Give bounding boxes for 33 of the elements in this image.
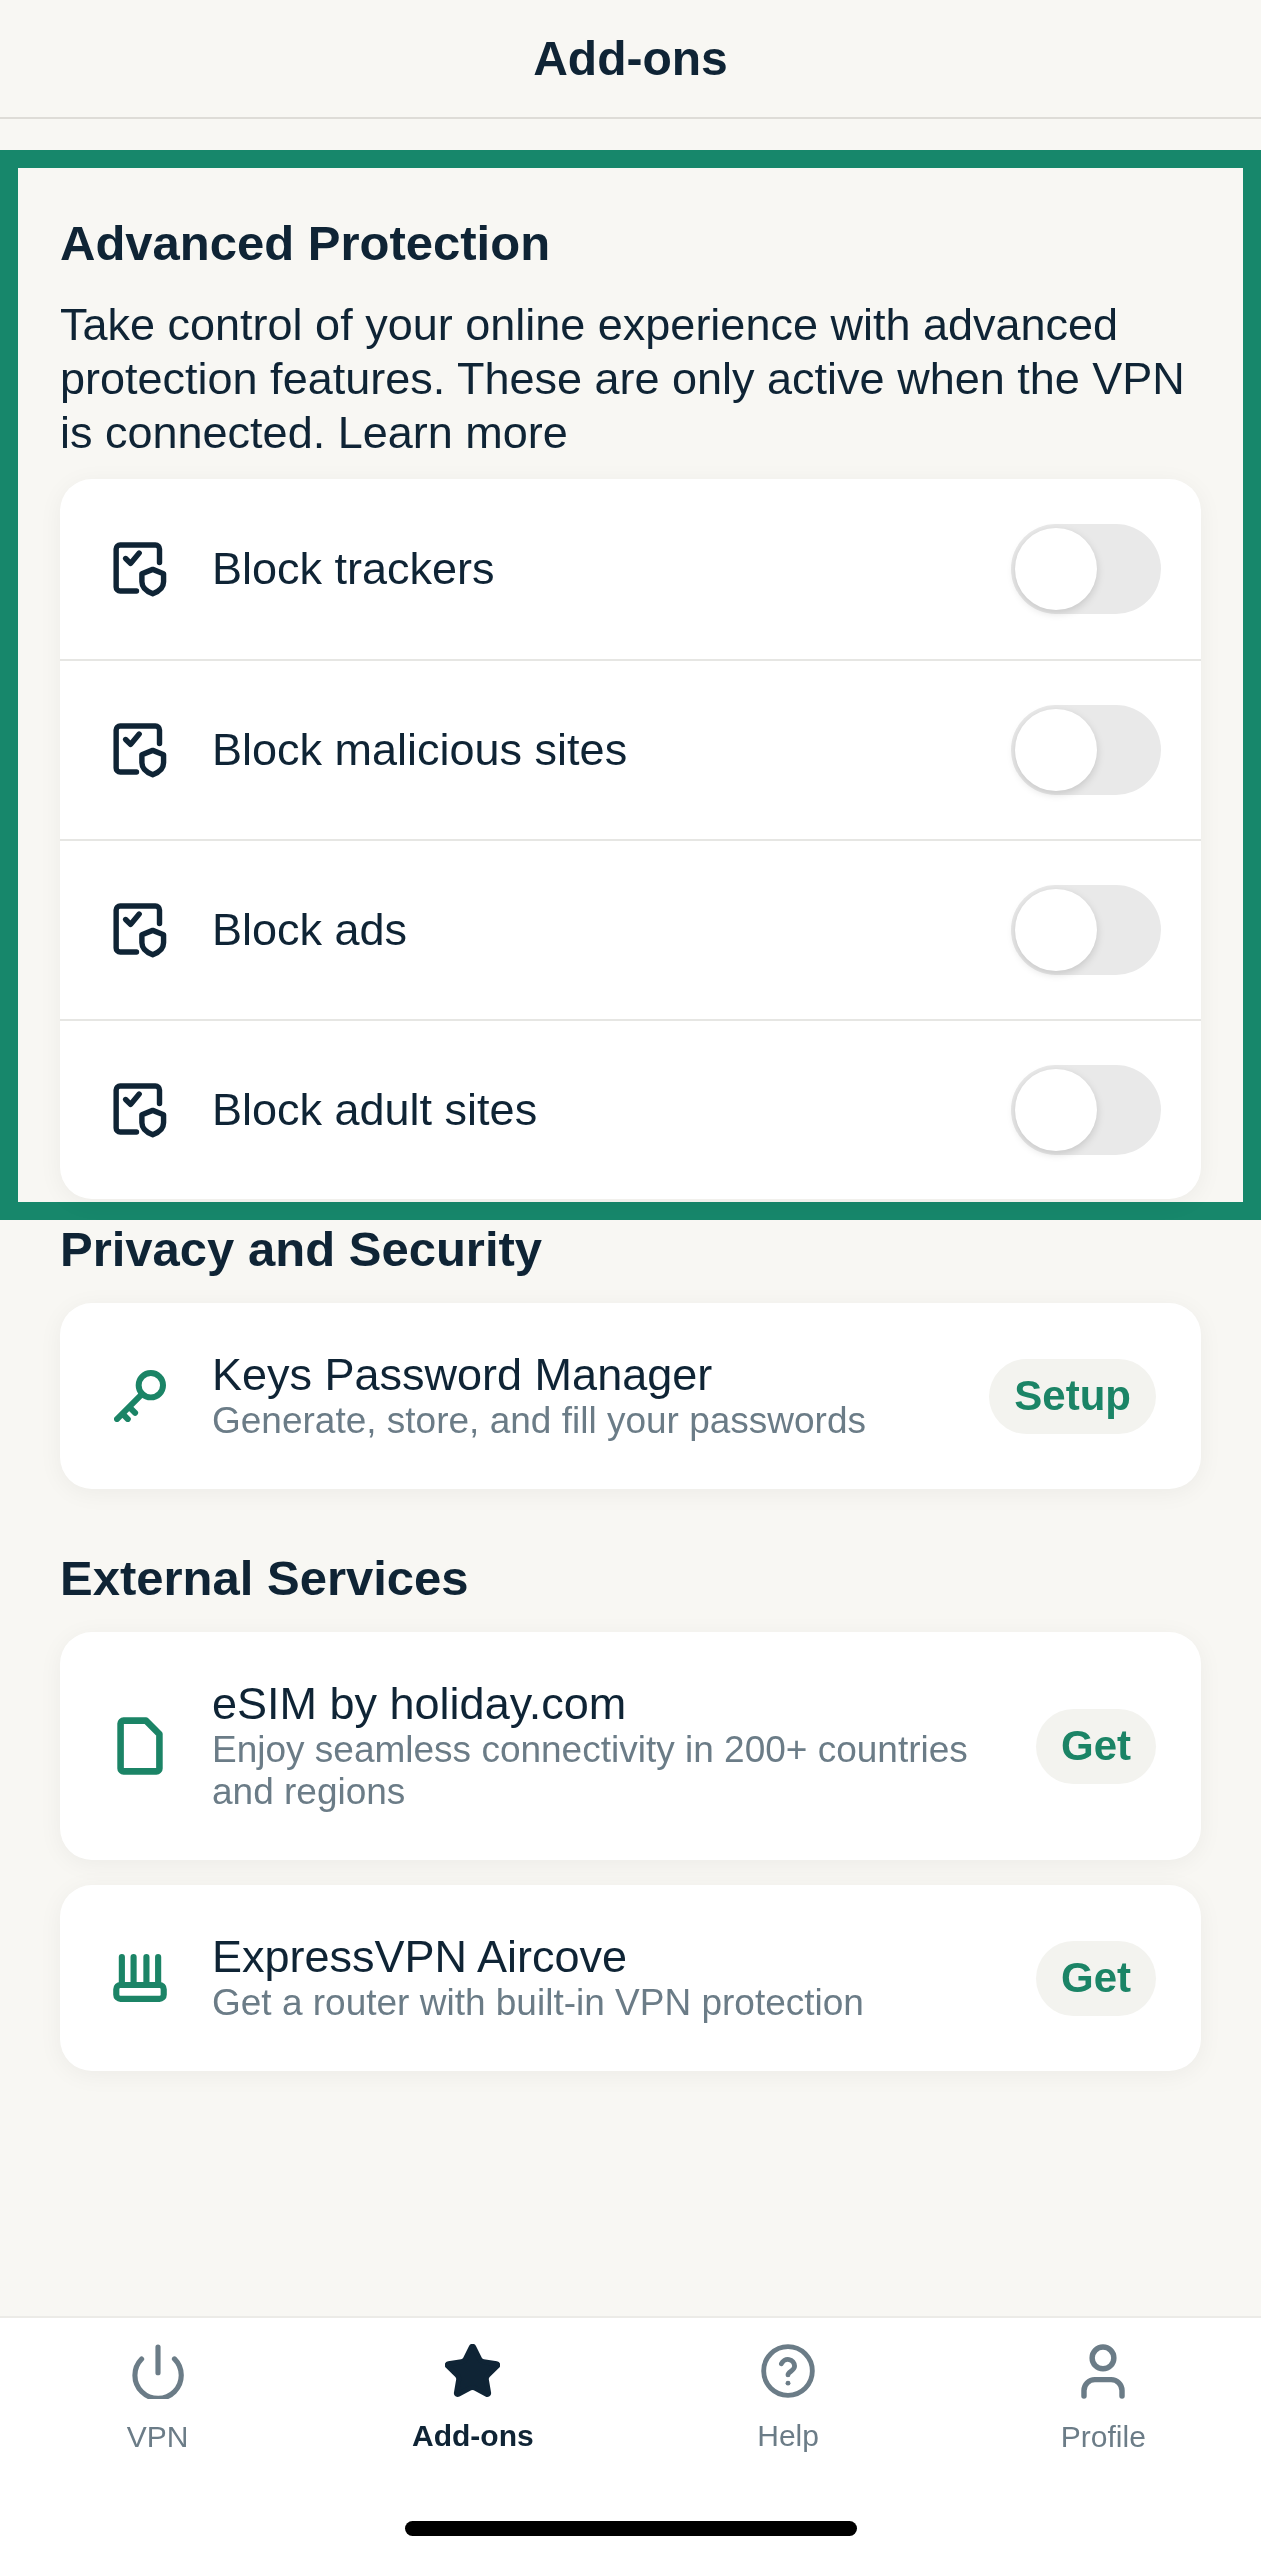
tab-item[interactable]: Add-ons — [412, 2344, 534, 2455]
toggle-label: Block ads — [212, 903, 409, 957]
setup-button[interactable]: Setup — [989, 1358, 1156, 1434]
service-description: Enjoy seamless connectivity in 200+ countries and regions — [212, 1729, 969, 1813]
shield-check-icon — [113, 541, 167, 597]
section-heading: Privacy and Security — [60, 1221, 544, 1277]
shield-check-icon — [113, 1082, 167, 1138]
help-icon — [761, 2344, 816, 2398]
section-description: Take control of your online experience with advanced protection features. These are only active when the VPN is connected. Learn more — [60, 298, 1186, 460]
key-icon — [114, 1370, 166, 1422]
tab-item[interactable]: VPN — [126, 2344, 189, 2455]
get-button[interactable]: Get — [1036, 1708, 1156, 1784]
shield-check-icon — [113, 902, 167, 958]
star-icon — [445, 2344, 501, 2398]
service-title: Keys Password Manager — [212, 1350, 714, 1400]
get-button[interactable]: Get — [1036, 1940, 1156, 2016]
page-title: Add-ons — [533, 30, 728, 87]
profile-icon — [1081, 2344, 1126, 2399]
tab-item[interactable]: Profile — [1060, 2344, 1146, 2455]
service-description: Get a router with built-in VPN protection — [212, 1982, 865, 2024]
toggle-label: Block trackers — [212, 542, 496, 596]
toggle-label: Block adult sites — [212, 1083, 539, 1137]
power-icon — [131, 2344, 184, 2399]
service-title: ExpressVPN Aircove — [212, 1932, 629, 1982]
shield-check-icon — [113, 722, 167, 778]
router-icon — [113, 1954, 167, 2002]
section-heading: Advanced Protection — [60, 215, 552, 271]
sim-card-icon — [117, 1717, 163, 1775]
section-heading: External Services — [60, 1550, 470, 1606]
service-title: eSIM by holiday.com — [212, 1679, 628, 1729]
service-description: Generate, store, and fill your passwords — [212, 1400, 867, 1442]
toggle-label: Block malicious sites — [212, 723, 629, 777]
tab-item[interactable]: Help — [757, 2344, 819, 2455]
